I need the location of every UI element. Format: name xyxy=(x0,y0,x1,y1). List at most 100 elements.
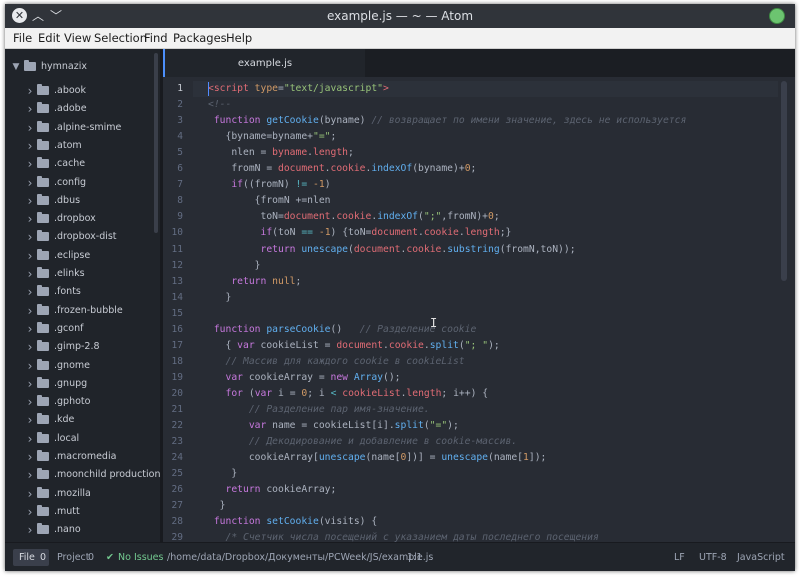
code-token: var xyxy=(254,387,279,399)
tree-scrollbar[interactable] xyxy=(154,53,158,233)
line-number: 3 xyxy=(177,115,183,127)
tree-view: ▼ hymnazix › .abook › .adobe › .alpine-smime ›… xyxy=(5,49,160,542)
tab-example-js[interactable]: example.js xyxy=(163,49,365,77)
tree-item-folder[interactable]: › .config xyxy=(5,174,160,192)
tree-item-folder[interactable]: › .fonts xyxy=(5,283,160,301)
chevron-right-icon: › xyxy=(27,157,33,172)
code-line[interactable]: nlen = byname.length; xyxy=(208,145,354,161)
line-number: 19 xyxy=(171,371,183,383)
code-line[interactable]: function getCookie(byname) // возвращает… xyxy=(208,113,686,129)
code-token: ); xyxy=(447,420,459,432)
code-line[interactable]: <!-- xyxy=(208,97,231,113)
tree-item-folder[interactable]: › .atom xyxy=(5,137,160,155)
code-line[interactable]: for (var i = 0; i < cookieList.length; i… xyxy=(208,386,489,402)
tree-item-folder[interactable]: › .gnome xyxy=(5,357,160,375)
code-token: cookie xyxy=(388,339,424,351)
status-project-tab[interactable]: Project xyxy=(57,543,90,571)
code-token: ) xyxy=(324,179,331,191)
folder-icon xyxy=(37,267,49,278)
tree-item-folder[interactable]: › .abook xyxy=(5,82,160,100)
tree-item-label: .kde xyxy=(54,414,75,426)
tree-item-folder[interactable]: › .gimp-2.8 xyxy=(5,338,160,356)
folder-icon xyxy=(37,504,49,516)
code-line[interactable]: function setCookie(visits) { xyxy=(208,514,377,530)
tree-item-folder[interactable]: › .dropbox xyxy=(5,210,160,228)
code-token: "=" xyxy=(429,420,448,432)
tree-item-folder[interactable]: › .mutt xyxy=(5,503,160,521)
code-line[interactable]: <script type="text/javascript"> xyxy=(208,81,389,97)
code-line[interactable]: // Декодирование и добавление в cookie-м… xyxy=(208,434,517,450)
code-line[interactable]: toN=document.cookie.indexOf(";",fromN)+0… xyxy=(208,209,499,225)
code-line[interactable]: var name = cookieList[i].split("="); xyxy=(208,418,459,434)
tree-item-folder[interactable]: › .mozilla xyxy=(5,485,160,503)
tree-item-folder[interactable]: › .dbus xyxy=(5,192,160,210)
tree-item-folder[interactable]: › .cache xyxy=(5,155,160,173)
code-line[interactable]: if(toN == -1) {toN=document.cookie.lengt… xyxy=(208,225,512,241)
tree-item-folder[interactable]: › .gphoto xyxy=(5,393,160,411)
code-line[interactable]: } xyxy=(208,466,237,482)
code-token: parseCookie xyxy=(266,323,331,335)
editor-scrollbar[interactable] xyxy=(781,81,787,281)
code-token: ; xyxy=(348,147,354,159)
menu-packages[interactable]: Packages xyxy=(173,28,227,48)
status-linter[interactable]: No Issues xyxy=(118,543,163,571)
code-token: function xyxy=(208,323,267,335)
code-line[interactable]: // Разделение пар имя-значение. xyxy=(208,402,430,418)
code-line[interactable]: if((fromN) != -1) xyxy=(208,177,331,193)
code-line[interactable]: fromN = document.cookie.indexOf(byname)+… xyxy=(208,161,476,177)
tree-root-folder[interactable]: ▼ hymnazix xyxy=(5,58,160,76)
menu-view[interactable]: View xyxy=(64,28,91,48)
tree-item-folder[interactable]: › .adobe xyxy=(5,100,160,118)
tree-item-folder[interactable]: › .frozen-bubble xyxy=(5,302,160,320)
tree-item-label: .mutt xyxy=(54,505,80,517)
menu-file[interactable]: File xyxy=(13,28,32,48)
folder-icon xyxy=(37,84,49,95)
tree-item-folder[interactable]: › .macromedia xyxy=(5,448,160,466)
menu-selection[interactable]: Selection xyxy=(94,28,147,48)
code-line[interactable]: cookieArray[unescape(name[0])] = unescap… xyxy=(208,450,547,466)
tree-item-folder[interactable]: › .kde xyxy=(5,411,160,429)
code-token: (name[ xyxy=(365,452,401,464)
status-grammar[interactable]: JavaScript xyxy=(737,543,785,571)
tree-item-folder[interactable]: › .eclipse xyxy=(5,247,160,265)
text-editor[interactable]: 1 2 3 4 5 6 7 8 9 10 11 12 13 14 15 16 17 18 19 20 21 22 23 24 2… xyxy=(163,77,795,542)
code-line[interactable]: { var cookieList = document.cookie.split… xyxy=(208,338,499,354)
code-line[interactable]: // Массив для каждого cookie в cookieLis… xyxy=(208,354,465,370)
code-line[interactable]: /* Счетчик числа посещений с указанием д… xyxy=(208,530,599,542)
code-line[interactable]: return unescape(document.cookie.substrin… xyxy=(208,242,576,258)
code-line[interactable]: } xyxy=(208,258,261,274)
status-file-path[interactable]: /home/data/Dropbox/Документы/PCWeek/JS/e… xyxy=(167,543,433,571)
tree-item-folder[interactable]: › .local xyxy=(5,430,160,448)
code-token: -1 xyxy=(313,179,325,191)
tree-item-folder[interactable]: › .gconf xyxy=(5,320,160,338)
status-file-tab[interactable]: File xyxy=(19,543,35,571)
line-number: 27 xyxy=(171,500,183,512)
tree-item-folder[interactable]: › .moonchild productions xyxy=(5,466,160,484)
code-line[interactable]: {byname=byname+"="; xyxy=(208,129,336,145)
status-cursor-position[interactable]: 1:1 xyxy=(407,543,422,571)
code-line[interactable]: return null; xyxy=(208,274,301,290)
tree-item-label: .dropbox-dist xyxy=(54,231,117,243)
menu-help[interactable]: Help xyxy=(226,28,252,48)
tree-item-folder[interactable]: › .gnupg xyxy=(5,375,160,393)
tree-item-folder[interactable]: › .dropbox-dist xyxy=(5,228,160,246)
code-token: cookieList xyxy=(342,387,401,399)
window-status-icon[interactable] xyxy=(769,8,785,24)
code-line[interactable]: } xyxy=(208,498,226,514)
tree-item-folder[interactable]: › .alpine-smime xyxy=(5,119,160,137)
code-line[interactable]: } xyxy=(208,290,231,306)
folder-icon xyxy=(37,175,49,187)
code-token: document xyxy=(278,163,325,175)
tree-item-folder[interactable]: › .elinks xyxy=(5,265,160,283)
code-line[interactable]: var cookieArray = new Array(); xyxy=(208,370,401,386)
code-line[interactable]: {fromN +=nlen xyxy=(208,193,331,209)
code-line[interactable]: return cookieArray; xyxy=(208,482,337,498)
menu-find[interactable]: Find xyxy=(144,28,168,48)
tree-item-folder[interactable]: › .nano xyxy=(5,521,160,539)
status-encoding[interactable]: UTF-8 xyxy=(699,543,727,571)
line-number: 25 xyxy=(171,468,183,480)
status-line-ending[interactable]: LF xyxy=(674,543,685,571)
menu-edit[interactable]: Edit xyxy=(38,28,60,48)
title-bar: ✕ ︿ ﹀ example.js — ~ — Atom xyxy=(5,4,795,28)
